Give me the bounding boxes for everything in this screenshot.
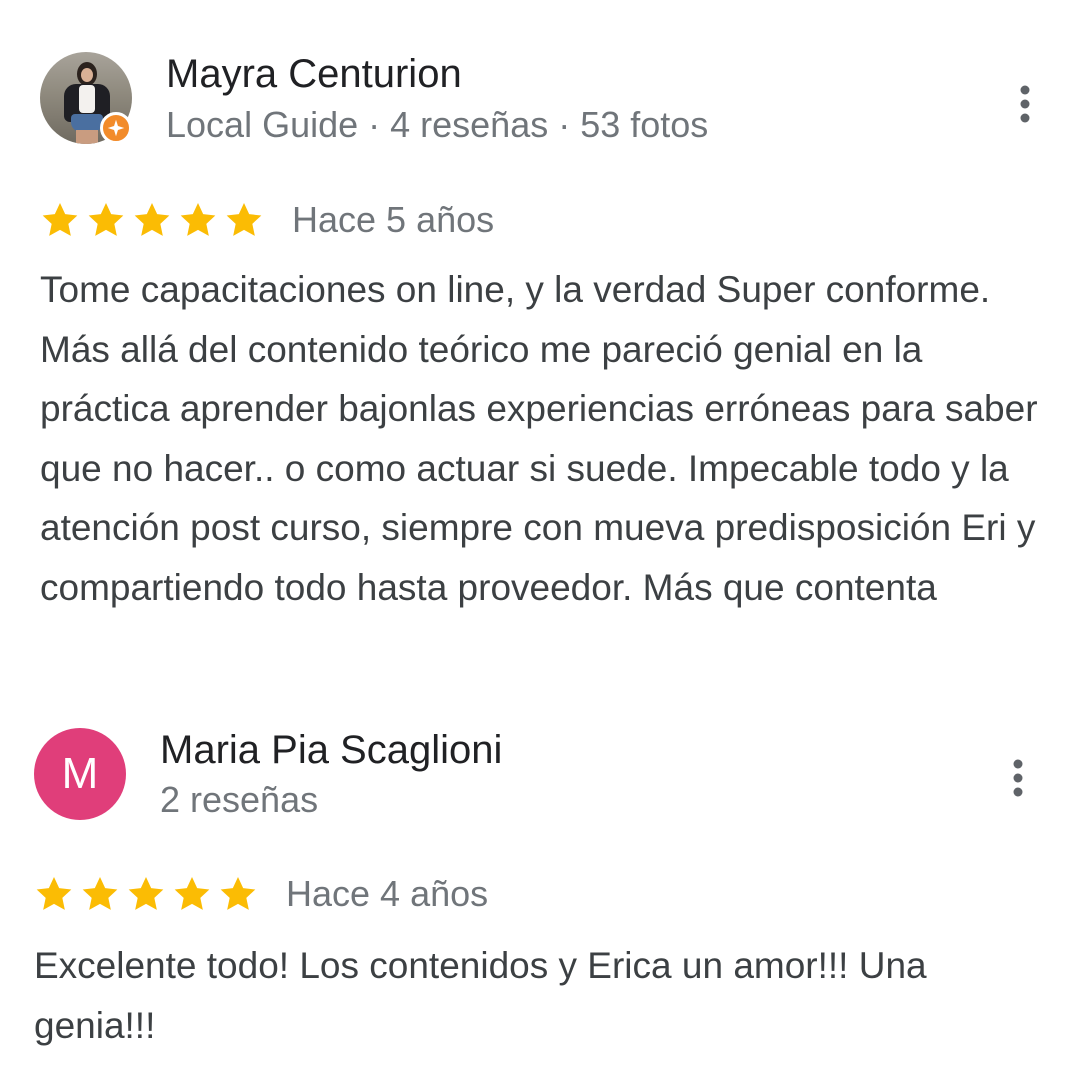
star-rating — [40, 200, 270, 240]
more-options-button[interactable] — [1003, 74, 1047, 134]
more-options-button[interactable] — [996, 748, 1040, 808]
reviewer-name[interactable]: Mayra Centurion — [166, 50, 462, 98]
review-card: Mayra Centurion Local Guide · 4 reseñas … — [0, 0, 1080, 700]
star-rating — [34, 874, 264, 914]
reviewer-avatar[interactable]: M — [34, 728, 126, 820]
review-date: Hace 4 años — [286, 873, 489, 914]
review-text: Tome capacitaciones on line, y la verdad… — [40, 269, 1038, 608]
avatar-photo-legs — [76, 130, 98, 144]
local-guide-star-icon — [100, 112, 132, 144]
star-icon — [88, 203, 124, 236]
review-card: M Maria Pia Scaglioni 2 reseñas Hace 4 a… — [0, 700, 1080, 1080]
star-icon — [180, 203, 216, 236]
reviewer-name[interactable]: Maria Pia Scaglioni — [160, 726, 502, 774]
review-text: Excelente todo! Los contenidos y Erica u… — [34, 945, 927, 1046]
star-icon — [220, 877, 256, 910]
star-icon — [134, 203, 170, 236]
star-icon — [36, 877, 72, 910]
star-icon — [82, 877, 118, 910]
rating-row: Hace 5 años — [40, 198, 494, 242]
reviewer-meta: Local Guide · 4 reseñas · 53 fotos — [166, 104, 709, 145]
star-icon — [174, 877, 210, 910]
star-icon — [226, 203, 262, 236]
review-date: Hace 5 años — [292, 199, 495, 240]
star-icon — [42, 203, 78, 236]
reviewer-meta: 2 reseñas — [160, 779, 319, 820]
avatar-letter: M — [61, 749, 99, 798]
star-icon — [128, 877, 164, 910]
avatar-photo-shirt — [79, 85, 95, 113]
more-vert-icon — [1013, 759, 1023, 797]
more-vert-icon — [1020, 85, 1030, 123]
avatar-photo-face — [81, 68, 93, 82]
rating-row: Hace 4 años — [34, 872, 488, 916]
